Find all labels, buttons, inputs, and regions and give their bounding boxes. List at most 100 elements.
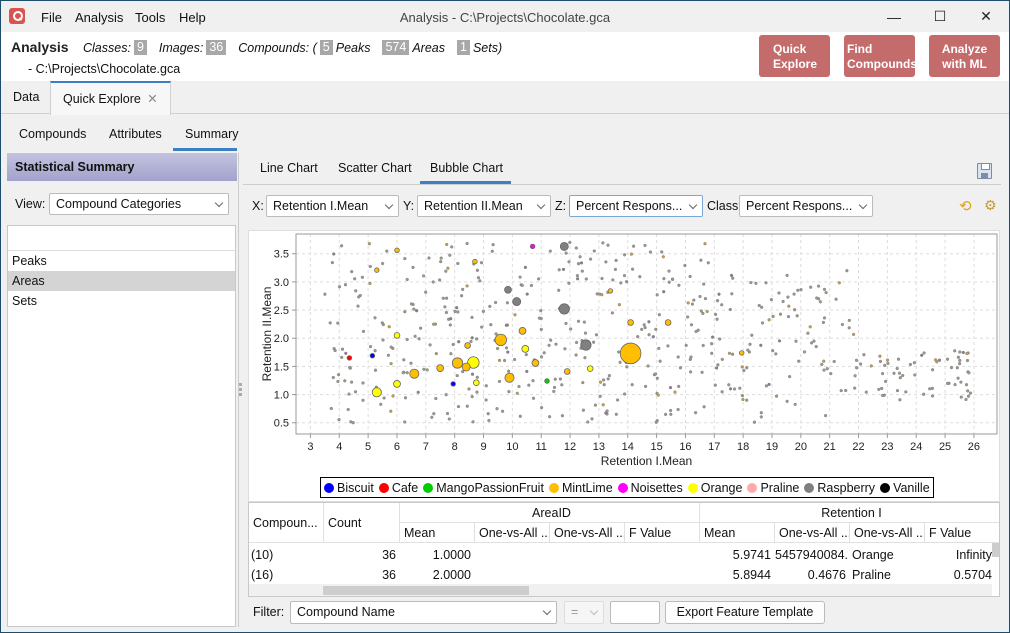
- x-tick-label: 7: [423, 441, 429, 453]
- analyze-ml-button[interactable]: Analyze with ML: [929, 35, 1000, 77]
- refresh-icon[interactable]: ⟲: [959, 197, 972, 215]
- save-icon[interactable]: [977, 163, 992, 179]
- filter-field-select[interactable]: Compound Name: [290, 601, 557, 624]
- list-item-areas[interactable]: Areas: [8, 271, 235, 291]
- tab-line-chart[interactable]: Line Chart: [260, 161, 318, 175]
- data-point: [611, 278, 615, 282]
- project-path: - C:\Projects\Chocolate.gca: [28, 62, 181, 76]
- data-point: [515, 391, 519, 395]
- data-point: [945, 381, 950, 385]
- data-point: [336, 373, 341, 377]
- x-axis-select[interactable]: Retention I.Mean: [266, 195, 399, 217]
- data-point: [381, 261, 385, 266]
- menu-tools[interactable]: Tools: [135, 10, 165, 25]
- cell-count: 36: [382, 568, 396, 582]
- data-point: [411, 265, 415, 269]
- menu-analysis[interactable]: Analysis: [75, 10, 123, 25]
- find-compounds-button[interactable]: Find Compounds: [844, 35, 917, 77]
- data-point: [728, 307, 732, 312]
- data-point: [470, 372, 475, 376]
- data-point: [353, 277, 357, 281]
- data-point: [698, 294, 702, 299]
- col-header-ret-fvalue[interactable]: F Value: [925, 523, 999, 543]
- data-point: [953, 383, 957, 387]
- col-header-ova-2[interactable]: One-vs-All ...: [550, 523, 625, 543]
- z-axis-select[interactable]: Percent Respons...: [569, 195, 703, 217]
- col-header-compound[interactable]: Compoun...: [249, 503, 324, 543]
- col-header-ret-mean[interactable]: Mean: [700, 523, 775, 543]
- close-tab-icon[interactable]: ✕: [147, 92, 157, 106]
- y-tick-label: 1.5: [274, 361, 289, 373]
- vertical-splitter[interactable]: [238, 153, 242, 627]
- y-tick-label: 2.0: [274, 333, 289, 345]
- data-point: [444, 393, 448, 397]
- menu-help[interactable]: Help: [179, 10, 206, 25]
- data-point: [575, 273, 579, 278]
- class-select[interactable]: Percent Respons...: [739, 195, 873, 217]
- data-point: [802, 350, 807, 354]
- data-point: [542, 351, 546, 355]
- data-point: [749, 280, 753, 285]
- col-header-mean[interactable]: Mean: [400, 523, 475, 543]
- tab-bubble-chart[interactable]: Bubble Chart: [430, 161, 503, 175]
- data-point: [422, 367, 426, 371]
- data-point: [574, 246, 578, 250]
- tab-compounds[interactable]: Compounds: [19, 127, 86, 141]
- tab-scatter-chart[interactable]: Scatter Chart: [338, 161, 412, 175]
- x-tick-label: 11: [535, 441, 546, 453]
- tab-attributes[interactable]: Attributes: [109, 127, 162, 141]
- vertical-scrollbar-thumb[interactable]: [992, 543, 999, 557]
- x-tick-label: 23: [881, 441, 893, 453]
- y-tick-label: 2.5: [274, 305, 289, 317]
- data-point: [517, 384, 521, 389]
- tab-data[interactable]: Data: [1, 81, 51, 114]
- tab-summary[interactable]: Summary: [185, 127, 238, 141]
- data-point: [349, 380, 354, 384]
- data-point: [654, 327, 658, 331]
- col-header-ret-ova-2[interactable]: One-vs-All ...: [850, 523, 925, 543]
- gear-icon[interactable]: ⚙: [984, 197, 997, 214]
- horizontal-scrollbar[interactable]: [249, 584, 992, 596]
- plot-frame: [295, 233, 998, 435]
- filter-value-input[interactable]: [610, 601, 660, 624]
- data-point: [643, 325, 647, 330]
- data-point: [381, 322, 385, 327]
- view-select[interactable]: Compound Categories: [49, 193, 229, 215]
- data-point: [405, 337, 409, 342]
- legend-color-icon: [423, 482, 434, 493]
- col-header-fvalue[interactable]: F Value: [625, 523, 700, 543]
- data-point: [886, 361, 890, 365]
- data-point: [557, 288, 561, 292]
- quick-explore-button[interactable]: Quick Explore: [759, 35, 830, 77]
- classes-label: Classes:: [83, 40, 131, 55]
- minimize-button[interactable]: —: [871, 1, 917, 32]
- maximize-button[interactable]: ☐: [917, 1, 963, 32]
- y-axis-select[interactable]: Retention II.Mean: [417, 195, 551, 217]
- data-point: [488, 304, 492, 308]
- col-header-count[interactable]: Count: [324, 503, 400, 543]
- data-point: [847, 326, 851, 330]
- x-tick-label: 24: [910, 441, 922, 453]
- data-point: [387, 325, 391, 329]
- data-point: [662, 290, 666, 294]
- data-point: [965, 358, 970, 363]
- close-button[interactable]: ✕: [963, 1, 1009, 32]
- col-header-ret-ova-1[interactable]: One-vs-All ...: [775, 523, 850, 543]
- data-point: [336, 379, 340, 384]
- list-item-sets[interactable]: Sets: [8, 291, 235, 311]
- data-point: [422, 274, 426, 278]
- data-point: [584, 277, 588, 281]
- view-select-value: Compound Categories: [56, 197, 182, 211]
- data-point: [664, 412, 668, 416]
- col-header-ova-1[interactable]: One-vs-All ...: [475, 523, 550, 543]
- data-point: [401, 371, 405, 375]
- list-item-peaks[interactable]: Peaks: [8, 251, 235, 271]
- data-point: [618, 360, 622, 364]
- export-feature-template-button[interactable]: Export Feature Template: [665, 601, 825, 624]
- horizontal-scrollbar-thumb[interactable]: [323, 586, 529, 595]
- menu-file[interactable]: File: [41, 10, 62, 25]
- data-point: [465, 241, 469, 246]
- data-point: [715, 299, 720, 303]
- tab-quick-explore[interactable]: Quick Explore ✕: [50, 81, 171, 115]
- filter-operator-select[interactable]: =: [564, 601, 604, 624]
